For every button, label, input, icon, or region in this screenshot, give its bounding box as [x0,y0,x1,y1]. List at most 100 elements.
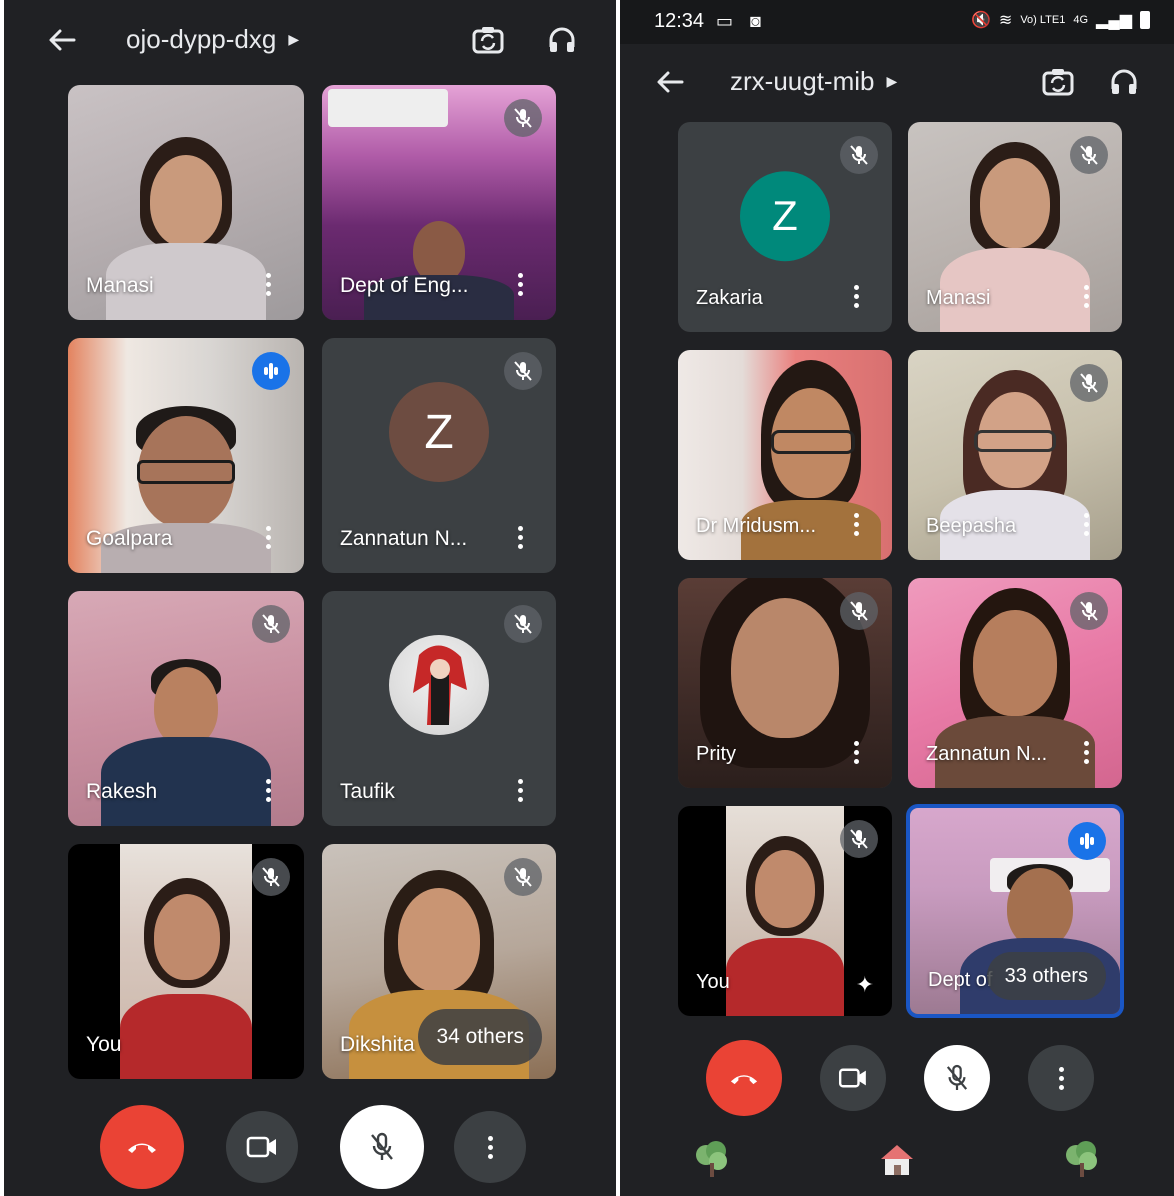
participant-tile[interactable]: Prity [678,578,892,788]
participant-tile[interactable]: Dikshita 34 others [322,844,556,1079]
more-options-button[interactable] [454,1111,526,1183]
participant-tile[interactable]: Manasi [908,122,1122,332]
participant-name: Taufik [340,780,395,803]
more-vert-icon[interactable] [842,734,870,770]
camera-toggle-button[interactable] [820,1045,886,1111]
participant-name: Zannatun N... [926,743,1048,765]
mic-toggle-button[interactable] [924,1045,990,1111]
more-vert-icon[interactable] [506,519,534,555]
more-vert-icon[interactable] [842,278,870,314]
participant-tile[interactable]: Dr Mridusm... [678,350,892,560]
more-vert-icon[interactable] [254,266,282,302]
meeting-code-button[interactable]: ojo-dypp-dxg ▶ [126,24,299,55]
left-phone-screen: ojo-dypp-dxg ▶ Manasi Dept of Eng... Goa… [4,0,616,1196]
more-vert-icon[interactable] [1072,734,1100,770]
others-count-button[interactable]: 33 others [986,952,1106,1000]
participant-avatar [389,635,489,735]
more-options-button[interactable] [1028,1045,1094,1111]
switch-camera-icon[interactable] [466,18,510,62]
self-view-tile[interactable]: You [68,844,304,1079]
participant-tile[interactable]: Goalpara [68,338,304,573]
back-arrow-icon[interactable] [40,18,84,62]
camera-icon [246,1136,276,1158]
end-call-button[interactable] [706,1040,782,1116]
avatar-initial: Z [772,192,798,240]
notification-icons: ▭ ◙ [716,11,767,31]
participant-tile[interactable]: Z Zakaria [678,122,892,332]
caret-right-icon: ▶ [288,31,300,47]
participant-name: Prity [696,743,736,765]
more-vert-icon[interactable] [506,266,534,302]
mic-toggle-button[interactable] [340,1105,424,1189]
sparkle-effects-icon[interactable]: ✦ [856,972,874,998]
more-vert-icon[interactable] [254,772,282,808]
meeting-code: zrx-uugt-mib [730,66,875,96]
participant-name: Zannatun N... [340,527,468,550]
end-call-icon [128,1143,156,1153]
network-label: Vo) LTE1 [1020,13,1066,26]
participant-name: Dept of [928,969,993,991]
mic-off-icon [504,99,542,137]
home-icon[interactable] [877,1141,917,1182]
speaking-indicator-icon [1068,822,1106,860]
participant-name: Dikshita [340,1033,415,1056]
participant-tile[interactable]: Z Zannatun N... [322,338,556,573]
camera-icon [838,1068,866,1088]
mic-off-icon [504,352,542,390]
avatar-initial: Z [424,405,454,459]
tree-icon[interactable] [1064,1139,1100,1184]
wifi-icon: ≋ [998,12,1013,29]
signal-icon: ▂▄▆ [1096,12,1132,29]
others-count-button[interactable]: 34 others [418,1009,542,1065]
system-nav-bar [620,1126,1174,1196]
mic-off-icon [504,605,542,643]
mic-off-icon [504,858,542,896]
more-vert-icon[interactable] [254,519,282,555]
mic-off-icon [840,592,878,630]
participant-tile[interactable]: Rakesh [68,591,304,826]
mic-off-icon [371,1132,393,1160]
end-call-button[interactable] [100,1105,184,1189]
tree-icon[interactable] [694,1139,730,1184]
others-count: 34 others [436,1025,524,1048]
participant-tile[interactable]: Manasi [68,85,304,320]
mic-off-icon [252,605,290,643]
self-view-tile[interactable]: You ✦ [678,806,892,1016]
speaking-indicator-icon [252,352,290,390]
participant-video [359,215,519,320]
participant-tile[interactable]: Taufik [322,591,556,826]
participant-tile[interactable]: Dept of 33 others [906,804,1124,1018]
meeting-code-button[interactable]: zrx-uugt-mib ▶ [730,66,897,97]
participant-tile[interactable]: Zannatun N... [908,578,1122,788]
switch-camera-icon[interactable] [1036,60,1080,104]
participant-tile[interactable]: Beepasha [908,350,1122,560]
participant-name: Dr Mridusm... [696,515,816,537]
self-video [120,844,252,1079]
mic-off-icon [840,136,878,174]
headphones-icon[interactable] [1102,60,1146,104]
participant-name: Rakesh [86,780,158,803]
camera-toggle-button[interactable] [226,1111,298,1183]
participant-name: Zakaria [696,287,763,309]
mic-off-icon [252,858,290,896]
status-indicators: 🔇 ≋ Vo) LTE1 4G ▂▄▆ [971,10,1150,30]
end-call-icon [730,1074,758,1084]
participant-name: You [696,971,730,993]
participant-avatar: Z [389,382,489,482]
mic-off-icon [1070,136,1108,174]
network-type: 4G [1073,13,1089,26]
mic-off-icon [946,1064,968,1090]
right-top-bar: zrx-uugt-mib ▶ [620,50,1174,120]
participant-name: Dept of Eng... [340,274,469,297]
more-vert-icon[interactable] [1072,506,1100,542]
mic-off-icon [1070,364,1108,402]
air-conditioner [328,89,448,127]
more-vert-icon[interactable] [506,772,534,808]
status-time: 12:34 [654,10,705,32]
participant-tile[interactable]: Dept of Eng... [322,85,556,320]
mute-status-icon: 🔇 [970,12,991,29]
headphones-icon[interactable] [540,18,584,62]
back-arrow-icon[interactable] [648,60,692,104]
more-vert-icon[interactable] [842,506,870,542]
more-vert-icon[interactable] [1072,278,1100,314]
